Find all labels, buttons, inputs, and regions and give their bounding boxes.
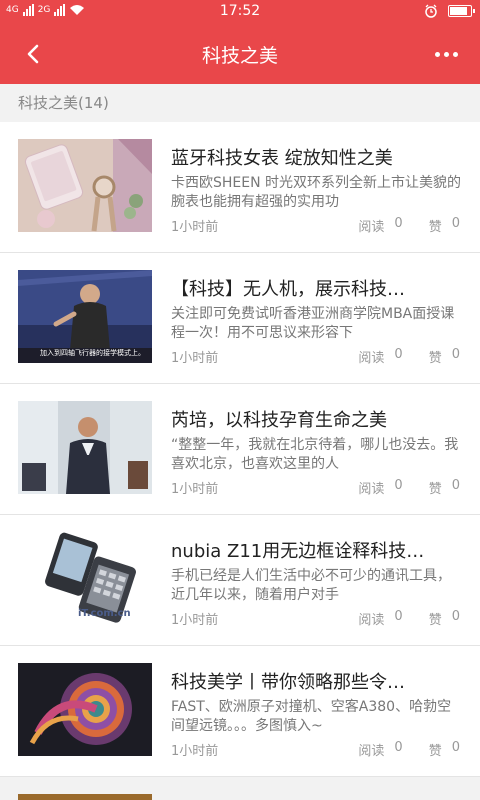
article-time: 1小时前 [171, 351, 219, 366]
article-item[interactable]: 加入到四轴飞行器的接学模式上。 【科技】无人机，展示科技… 关注即可免费试听香港… [0, 253, 480, 384]
read-label: 阅读 [358, 744, 385, 759]
alarm-icon [425, 4, 437, 18]
stats-spacer [413, 216, 419, 235]
read-count: 0 [394, 216, 403, 231]
article-thumbnail [18, 401, 152, 494]
stats-spacer [413, 740, 419, 759]
watch-phone-photo-icon [18, 139, 152, 232]
article-summary: 关注即可免费试听香港亚洲商学院MBA面授课程一次！用不可思议来形容下 [171, 306, 455, 341]
stats-spacer [413, 609, 419, 628]
battery-icon [448, 5, 475, 17]
article-stats: 阅读 0 赞 0 [358, 478, 460, 497]
article-time: 1小时前 [171, 482, 219, 497]
article-title: 芮培，以科技孕育生命之美 [171, 410, 387, 431]
next-article-thumbnail-partial [18, 794, 152, 800]
article-time: 1小时前 [171, 744, 219, 759]
article-item[interactable]: iT.com.cn nubia Z11用无边框诠释科技… 手机已经是人们生活中必… [0, 515, 480, 646]
article-summary: “整整一年，我就在北京待着，哪儿也没去。我喜欢北京，也喜欢这里的人 [171, 437, 459, 472]
read-label: 阅读 [358, 613, 385, 628]
read-label: 阅读 [358, 482, 385, 497]
read-count: 0 [394, 609, 403, 624]
spiral-art-photo-icon [18, 663, 152, 756]
page-title: 科技之美 [201, 45, 278, 67]
like-count: 0 [451, 609, 460, 624]
article-title: 【科技】无人机，展示科技… [171, 279, 405, 300]
section-header: 科技之美(14) [0, 84, 480, 122]
article-stats: 阅读 0 赞 0 [358, 347, 460, 366]
article-time: 1小时前 [171, 220, 219, 235]
like-count: 0 [451, 347, 460, 362]
article-title: 蓝牙科技女表 绽放知性之美 [171, 148, 393, 169]
article-thumbnail [18, 139, 152, 232]
article-item[interactable]: 蓝牙科技女表 绽放知性之美 卡西欧SHEEN 时光双环系列全新上市让美貌的腕表也… [0, 122, 480, 253]
like-label: 赞 [428, 482, 442, 497]
article-list: 蓝牙科技女表 绽放知性之美 卡西欧SHEEN 时光双环系列全新上市让美貌的腕表也… [0, 122, 480, 777]
read-label: 阅读 [358, 351, 385, 366]
stats-spacer [413, 347, 419, 366]
article-title: 科技美学丨带你领略那些令… [171, 672, 405, 693]
status-right [424, 4, 475, 18]
stats-spacer [413, 478, 419, 497]
article-thumbnail: iT.com.cn [18, 532, 152, 625]
like-count: 0 [451, 740, 460, 755]
article-thumbnail: 加入到四轴飞行器的接学模式上。 [18, 270, 152, 363]
article-stats: 阅读 0 赞 0 [358, 740, 460, 759]
thumbnail-caption: iT.com.cn [78, 608, 131, 619]
more-menu-button[interactable] [428, 38, 464, 70]
article-thumbnail [18, 663, 152, 756]
status-time: 17:52 [219, 3, 261, 19]
like-label: 赞 [428, 744, 442, 759]
read-count: 0 [394, 478, 403, 493]
like-label: 赞 [428, 220, 442, 235]
status-bar: 4G 2G 17:52 [0, 0, 480, 24]
article-stats: 阅读 0 赞 0 [358, 609, 460, 628]
thumbnail-caption: 加入到四轴飞行器的接学模式上。 [40, 349, 145, 357]
article-summary: 手机已经是人们生活中必不可少的通讯工具，近几年以来，随着用户对手 [171, 568, 451, 603]
battery-level [450, 7, 467, 15]
article-item[interactable]: 科技美学丨带你领略那些令… FAST、欧洲原子对撞机、空客A380、哈勃空间望远… [0, 646, 480, 777]
like-count: 0 [451, 216, 460, 231]
like-label: 赞 [428, 351, 442, 366]
article-summary: FAST、欧洲原子对撞机、空客A380、哈勃空间望远镜。。。多图慎入~ [171, 699, 452, 734]
businessman-photo-icon [18, 401, 152, 494]
article-summary: 卡西欧SHEEN 时光双环系列全新上市让美貌的腕表也能拥有超强的实用功 [171, 175, 462, 210]
more-dots-icon [434, 51, 440, 57]
article-item[interactable]: 芮培，以科技孕育生命之美 “整整一年，我就在北京待着，哪儿也没去。我喜欢北京，也… [0, 384, 480, 515]
article-time: 1小时前 [171, 613, 219, 628]
like-label: 赞 [428, 613, 442, 628]
read-label: 阅读 [358, 220, 385, 235]
more-dot [443, 51, 449, 57]
app-bar: 科技之美 [0, 24, 480, 84]
like-count: 0 [451, 478, 460, 493]
more-dot [452, 51, 458, 57]
read-count: 0 [394, 347, 403, 362]
read-count: 0 [394, 740, 403, 755]
article-title: nubia Z11用无边框诠释科技… [171, 541, 425, 562]
article-stats: 阅读 0 赞 0 [358, 216, 460, 235]
